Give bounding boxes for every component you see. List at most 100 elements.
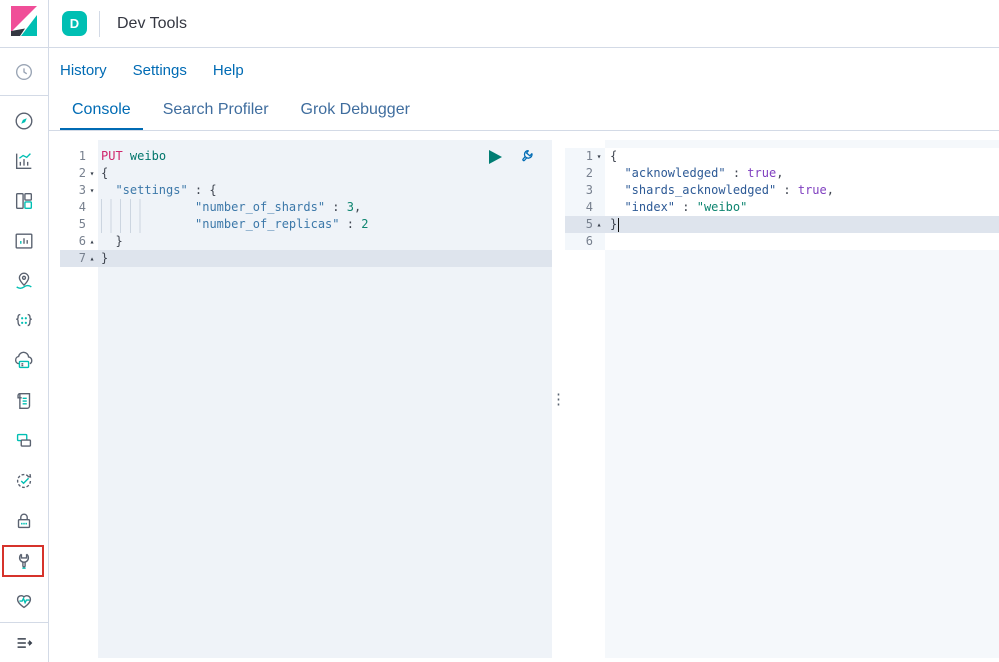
request-line-6: 6▴ } bbox=[60, 233, 552, 250]
sidebar-item-machine-learning[interactable] bbox=[0, 301, 48, 341]
code-line[interactable]: "settings" : { bbox=[98, 182, 552, 199]
sidebar-item-infrastructure[interactable] bbox=[0, 341, 48, 381]
heartbeat-icon bbox=[13, 590, 35, 612]
fold-up-icon[interactable]: ▴ bbox=[86, 250, 98, 267]
gutter-cell: 5▴ bbox=[565, 216, 605, 233]
sidebar-item-visualize[interactable] bbox=[0, 141, 48, 181]
play-icon bbox=[488, 149, 503, 168]
response-line-1: 1▾{ bbox=[565, 148, 999, 165]
gutter-cell: 7▴ bbox=[60, 250, 98, 267]
kibana-app: D Dev Tools History Settings Help ConsoleS… bbox=[0, 0, 999, 662]
code-line[interactable]: } bbox=[605, 216, 999, 233]
lock-icon bbox=[13, 510, 35, 532]
devtools-top-nav: History Settings Help bbox=[49, 48, 999, 92]
response-line-3: 3 "shards_acknowledged" : true, bbox=[565, 182, 999, 199]
sidebar-item-dashboard[interactable] bbox=[0, 181, 48, 221]
kibana-logo-icon bbox=[11, 6, 37, 41]
response-line-4: 4 "index" : "weibo" bbox=[565, 199, 999, 216]
fold-up-icon[interactable]: ▴ bbox=[86, 233, 98, 250]
map-pin-icon bbox=[13, 270, 35, 292]
request-line-2: 2▾{ bbox=[60, 165, 552, 182]
request-editor[interactable]: 1PUT weibo2▾{3▾ "settings" : {4"number_o… bbox=[60, 140, 552, 658]
request-line-1: 1 PUT weibo bbox=[60, 148, 552, 165]
cloud-server-icon bbox=[13, 350, 35, 372]
gutter-cell: 1 bbox=[60, 148, 98, 165]
wrench-icon bbox=[517, 147, 536, 169]
code-line[interactable]: "number_of_shards" : 3, bbox=[98, 199, 552, 216]
code-line[interactable] bbox=[605, 233, 999, 250]
code-line[interactable]: } bbox=[98, 233, 552, 250]
gutter-cell: 3▾ bbox=[60, 182, 98, 199]
code-line[interactable]: "acknowledged" : true, bbox=[605, 165, 999, 182]
sidebar-item-dev-tools[interactable] bbox=[0, 541, 48, 581]
indent-guides bbox=[101, 216, 143, 233]
uptime-check-icon bbox=[13, 470, 35, 492]
logs-scroll-icon bbox=[13, 390, 35, 412]
code-line[interactable]: "shards_acknowledged" : true, bbox=[605, 182, 999, 199]
code-line[interactable]: } bbox=[98, 250, 552, 267]
nav-link-settings[interactable]: Settings bbox=[133, 62, 187, 79]
kibana-logo[interactable] bbox=[0, 0, 49, 48]
sidebar-item-discover[interactable] bbox=[0, 101, 48, 141]
line-number: 6 bbox=[60, 233, 86, 250]
fold-down-icon[interactable]: ▾ bbox=[86, 182, 98, 199]
request-options-button[interactable] bbox=[517, 149, 535, 167]
gutter-cell: 3 bbox=[565, 182, 605, 199]
line-number: 4 bbox=[60, 199, 86, 216]
request-actions bbox=[486, 149, 535, 167]
drag-dots-icon: ⋮ bbox=[551, 392, 566, 407]
nav-link-help[interactable]: Help bbox=[213, 62, 244, 79]
app-sidebar bbox=[0, 48, 49, 662]
sidebar-item-collapse-nav[interactable] bbox=[0, 623, 48, 662]
line-number: 5 bbox=[565, 216, 593, 233]
response-viewer[interactable]: 1▾{2 "acknowledged" : true,3 "shards_ack… bbox=[565, 140, 999, 658]
tab-search-profiler[interactable]: Search Profiler bbox=[151, 92, 281, 130]
fold-up-icon[interactable]: ▴ bbox=[593, 216, 605, 233]
request-line-7: 7▴} bbox=[60, 250, 552, 267]
canvas-icon bbox=[13, 230, 35, 252]
layers-icon bbox=[13, 430, 35, 452]
tab-grok-debugger[interactable]: Grok Debugger bbox=[289, 92, 422, 130]
line-number: 7 bbox=[60, 250, 86, 267]
text-cursor bbox=[618, 218, 620, 232]
send-request-button[interactable] bbox=[486, 149, 504, 167]
gutter-cell: 4 bbox=[565, 199, 605, 216]
code-line[interactable]: PUT weibo bbox=[98, 148, 552, 165]
devtools-tabs: ConsoleSearch ProfilerGrok Debugger bbox=[49, 92, 999, 131]
sidebar-item-recently-viewed[interactable] bbox=[0, 52, 48, 92]
sidebar-item-maps[interactable] bbox=[0, 261, 48, 301]
line-number: 1 bbox=[565, 148, 593, 165]
tab-console[interactable]: Console bbox=[60, 92, 143, 130]
line-number: 4 bbox=[565, 199, 593, 216]
line-number: 3 bbox=[565, 182, 593, 199]
panel-resize-handle[interactable]: ⋮ bbox=[552, 140, 565, 658]
sidebar-item-apm[interactable] bbox=[0, 421, 48, 461]
gutter-cell: 4 bbox=[60, 199, 98, 216]
fold-down-icon[interactable]: ▾ bbox=[593, 148, 605, 165]
nav-link-history[interactable]: History bbox=[60, 62, 107, 79]
request-line-3: 3▾ "settings" : { bbox=[60, 182, 552, 199]
line-number: 6 bbox=[565, 233, 593, 250]
bar-chart-icon bbox=[13, 150, 35, 172]
space-avatar[interactable]: D bbox=[62, 11, 87, 36]
code-line[interactable]: { bbox=[98, 165, 552, 182]
sidebar-item-stack-monitoring[interactable] bbox=[0, 581, 48, 621]
sidebar-item-siem[interactable] bbox=[0, 501, 48, 541]
code-line[interactable]: { bbox=[605, 148, 999, 165]
code-line[interactable]: "number_of_replicas" : 2 bbox=[98, 216, 552, 233]
top-bar: D Dev Tools bbox=[0, 0, 999, 48]
gutter-cell: 2 bbox=[565, 165, 605, 182]
page-title: Dev Tools bbox=[117, 15, 187, 33]
line-number: 1 bbox=[60, 148, 86, 165]
indent-guides bbox=[101, 199, 143, 216]
code-line[interactable]: "index" : "weibo" bbox=[605, 199, 999, 216]
line-number: 2 bbox=[565, 165, 593, 182]
sidebar-item-logs[interactable] bbox=[0, 381, 48, 421]
sidebar-item-canvas[interactable] bbox=[0, 221, 48, 261]
gutter-cell: 6▴ bbox=[60, 233, 98, 250]
response-line-2: 2 "acknowledged" : true, bbox=[565, 165, 999, 182]
fold-down-icon[interactable]: ▾ bbox=[86, 165, 98, 182]
request-line-5: 5"number_of_replicas" : 2 bbox=[60, 216, 552, 233]
sidebar-item-uptime[interactable] bbox=[0, 461, 48, 501]
gutter-cell: 1▾ bbox=[565, 148, 605, 165]
